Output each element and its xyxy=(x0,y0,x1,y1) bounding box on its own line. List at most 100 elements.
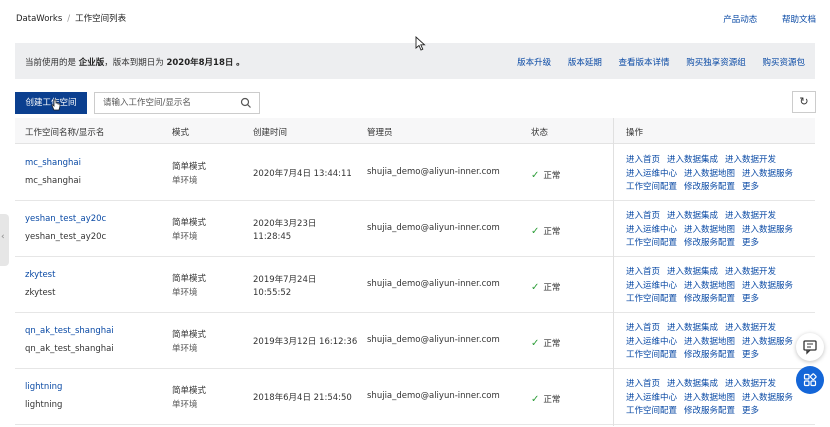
apps-float-button[interactable] xyxy=(796,366,824,394)
enter-home-link[interactable]: 进入首页 xyxy=(626,267,660,277)
enter-development-link[interactable]: 进入数据开发 xyxy=(725,379,776,389)
refresh-button[interactable]: ↻ xyxy=(792,91,816,113)
version-details-link[interactable]: 查看版本详情 xyxy=(619,58,670,68)
status-text: 正常 xyxy=(543,339,561,349)
enter-integration-link[interactable]: 进入数据集成 xyxy=(667,323,718,333)
created-time: 2019年3月12日 16:12:36 xyxy=(253,337,358,347)
side-collapse-tab[interactable]: ‹ xyxy=(0,214,9,266)
table-row: zkytest zkytest 简单模式 单环境 2019年7月24日 10:55:52 s… xyxy=(15,257,815,313)
enter-data-service-link[interactable]: 进入数据服务 xyxy=(742,225,793,235)
status-text: 正常 xyxy=(543,395,561,405)
enter-home-link[interactable]: 进入首页 xyxy=(626,211,660,221)
mouse-cursor-icon xyxy=(415,36,426,51)
created-time: 2020年3月23日 xyxy=(253,219,317,229)
workspace-config-link[interactable]: 工作空间配置 xyxy=(626,406,677,416)
modify-service-config-link[interactable]: 修改服务配置 xyxy=(684,350,735,360)
enter-data-map-link[interactable]: 进入数据地图 xyxy=(684,337,735,347)
admin-email: shujia_demo@aliyun-inner.com xyxy=(367,391,500,401)
workspace-env: 单环境 xyxy=(172,232,198,242)
extend-version-link[interactable]: 版本延期 xyxy=(568,58,602,68)
workspace-display-name: qn_ak_test_shanghai xyxy=(25,344,114,354)
breadcrumb-current: 工作空间列表 xyxy=(75,14,127,24)
check-icon: ✓ xyxy=(531,394,540,405)
enter-integration-link[interactable]: 进入数据集成 xyxy=(667,267,718,277)
enter-development-link[interactable]: 进入数据开发 xyxy=(725,211,776,221)
created-time: 2020年7月4日 13:44:11 xyxy=(253,169,352,179)
enter-integration-link[interactable]: 进入数据集成 xyxy=(667,155,718,165)
modify-service-config-link[interactable]: 修改服务配置 xyxy=(684,294,735,304)
created-time: 2019年7月24日 xyxy=(253,275,317,285)
workspace-env: 单环境 xyxy=(172,288,198,298)
enter-ops-center-link[interactable]: 进入运维中心 xyxy=(626,281,677,291)
workspace-display-name: yeshan_test_ay20c xyxy=(25,232,107,242)
workspace-config-link[interactable]: 工作空间配置 xyxy=(626,294,677,304)
enter-ops-center-link[interactable]: 进入运维中心 xyxy=(626,225,677,235)
chat-float-button[interactable] xyxy=(796,333,824,361)
enter-development-link[interactable]: 进入数据开发 xyxy=(725,267,776,277)
enter-data-service-link[interactable]: 进入数据服务 xyxy=(742,169,793,179)
workspace-config-link[interactable]: 工作空间配置 xyxy=(626,350,677,360)
enter-integration-link[interactable]: 进入数据集成 xyxy=(667,379,718,389)
status-badge: ✓ 正常 xyxy=(531,337,560,349)
admin-email: shujia_demo@aliyun-inner.com xyxy=(367,223,500,233)
row-operations: 进入首页 进入数据集成 进入数据开发进入运维中心 进入数据地图 进入数据服务工作空间配置… xyxy=(626,266,811,307)
enter-data-service-link[interactable]: 进入数据服务 xyxy=(742,337,793,347)
refresh-icon: ↻ xyxy=(799,95,809,108)
enter-data-map-link[interactable]: 进入数据地图 xyxy=(684,169,735,179)
ops-column-divider xyxy=(613,118,614,426)
enter-home-link[interactable]: 进入首页 xyxy=(626,323,660,333)
top-bar: DataWorks / 工作空间列表 产品动态 帮助文档 xyxy=(0,0,830,36)
buy-resource-pack-link[interactable]: 购买资源包 xyxy=(762,58,805,68)
more-link[interactable]: 更多 xyxy=(742,294,759,304)
enter-home-link[interactable]: 进入首页 xyxy=(626,155,660,165)
buy-exclusive-resource-link[interactable]: 购买独享资源组 xyxy=(686,58,746,68)
breadcrumb-root[interactable]: DataWorks xyxy=(16,14,62,24)
status-badge: ✓ 正常 xyxy=(531,225,560,237)
admin-email: shujia_demo@aliyun-inner.com xyxy=(367,279,500,289)
workspace-mode: 简单模式 xyxy=(172,274,207,284)
modify-service-config-link[interactable]: 修改服务配置 xyxy=(684,182,735,192)
more-link[interactable]: 更多 xyxy=(742,238,759,248)
row-operations: 进入首页 进入数据集成 进入数据开发进入运维中心 进入数据地图 进入数据服务工作空间配置… xyxy=(626,210,811,251)
workspace-env: 单环境 xyxy=(172,400,198,410)
search-input[interactable] xyxy=(103,96,233,110)
workspace-name-link[interactable]: zkytest xyxy=(25,270,55,280)
workspace-name-link[interactable]: yeshan_test_ay20c xyxy=(25,214,106,224)
workspace-config-link[interactable]: 工作空间配置 xyxy=(626,238,677,248)
col-status: 状态 xyxy=(531,128,549,138)
enter-data-service-link[interactable]: 进入数据服务 xyxy=(742,393,793,403)
col-admin: 管理员 xyxy=(367,128,393,138)
status-text: 正常 xyxy=(543,227,561,237)
enter-development-link[interactable]: 进入数据开发 xyxy=(725,323,776,333)
enter-home-link[interactable]: 进入首页 xyxy=(626,379,660,389)
row-operations: 进入首页 进入数据集成 进入数据开发进入运维中心 进入数据地图 进入数据服务工作空间配置… xyxy=(626,378,811,419)
help-docs-link[interactable]: 帮助文档 xyxy=(782,15,816,25)
workspace-name-link[interactable]: lightning xyxy=(25,382,62,392)
more-link[interactable]: 更多 xyxy=(742,350,759,360)
enter-data-service-link[interactable]: 进入数据服务 xyxy=(742,281,793,291)
created-time-line2: 10:55:52 xyxy=(253,288,292,298)
check-icon: ✓ xyxy=(531,170,540,181)
enter-ops-center-link[interactable]: 进入运维中心 xyxy=(626,337,677,347)
enter-development-link[interactable]: 进入数据开发 xyxy=(725,155,776,165)
enter-ops-center-link[interactable]: 进入运维中心 xyxy=(626,393,677,403)
enter-data-map-link[interactable]: 进入数据地图 xyxy=(684,393,735,403)
workspace-config-link[interactable]: 工作空间配置 xyxy=(626,182,677,192)
enter-integration-link[interactable]: 进入数据集成 xyxy=(667,211,718,221)
workspace-name-link[interactable]: qn_ak_test_shanghai xyxy=(25,326,114,336)
modify-service-config-link[interactable]: 修改服务配置 xyxy=(684,406,735,416)
chat-icon xyxy=(803,340,817,355)
more-link[interactable]: 更多 xyxy=(742,406,759,416)
breadcrumb: DataWorks / 工作空间列表 xyxy=(16,12,126,24)
upgrade-version-link[interactable]: 版本升级 xyxy=(517,58,551,68)
enter-data-map-link[interactable]: 进入数据地图 xyxy=(684,281,735,291)
search-icon[interactable] xyxy=(240,97,252,109)
modify-service-config-link[interactable]: 修改服务配置 xyxy=(684,238,735,248)
more-link[interactable]: 更多 xyxy=(742,182,759,192)
enter-ops-center-link[interactable]: 进入运维中心 xyxy=(626,169,677,179)
product-news-link[interactable]: 产品动态 xyxy=(723,15,757,25)
workspace-name-link[interactable]: mc_shanghai xyxy=(25,158,81,168)
search-box[interactable] xyxy=(94,92,260,114)
enter-data-map-link[interactable]: 进入数据地图 xyxy=(684,225,735,235)
workspace-env: 单环境 xyxy=(172,344,198,354)
